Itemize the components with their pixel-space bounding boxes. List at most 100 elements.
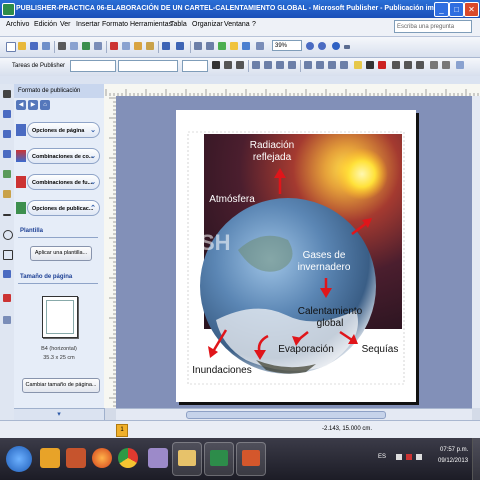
publisher-tasks-button[interactable]: Tareas de Publisher: [4, 60, 72, 72]
option-label[interactable]: Combinaciones de co... ⌄: [27, 148, 100, 164]
publication-page[interactable]: SH Radiación reflejada Atmósfera Gases d…: [176, 110, 416, 402]
research-icon[interactable]: [94, 42, 102, 50]
bold-icon[interactable]: [212, 61, 220, 69]
autoshapes-icon[interactable]: [3, 270, 11, 278]
oval-tool-icon[interactable]: [3, 230, 13, 240]
page-size-thumbnail[interactable]: [42, 296, 78, 338]
horizontal-scroll-thumb[interactable]: [186, 411, 386, 419]
insert-table-icon[interactable]: [230, 42, 238, 50]
style-dropdown[interactable]: [70, 60, 116, 72]
design-gallery-icon[interactable]: [3, 316, 11, 324]
clock-date[interactable]: 09/12/2013: [438, 458, 468, 464]
option-label[interactable]: Opciones de página ⌄: [27, 122, 100, 138]
menu-formato[interactable]: Formato: [102, 21, 128, 28]
close-button[interactable]: ✕: [464, 2, 479, 17]
print-icon[interactable]: [58, 42, 66, 50]
dash-style-icon[interactable]: [404, 61, 412, 69]
align-center-icon[interactable]: [264, 61, 272, 69]
line-style-icon[interactable]: [392, 61, 400, 69]
option-publication-options[interactable]: Opciones de publicac... ⌃: [14, 198, 100, 218]
spelling-icon[interactable]: [82, 42, 90, 50]
vertical-scrollbar[interactable]: [472, 96, 480, 408]
option-page-options[interactable]: Opciones de página ⌄: [14, 120, 100, 140]
email-icon[interactable]: [42, 42, 50, 50]
3d-style-icon[interactable]: [442, 61, 450, 69]
bullets-icon[interactable]: [316, 61, 324, 69]
line-tool-icon[interactable]: [3, 214, 11, 216]
toolbar-options-icon[interactable]: [344, 45, 350, 49]
wordart-icon[interactable]: [3, 150, 11, 158]
menu-tabla[interactable]: Tabla: [170, 21, 187, 28]
show-desktop-button[interactable]: [472, 438, 480, 480]
option-label[interactable]: Combinaciones de fu... ⌄: [27, 174, 100, 190]
back-arrow-icon[interactable]: ◀: [16, 100, 26, 110]
insert-hyperlink-icon[interactable]: [218, 42, 226, 50]
chrome-icon[interactable]: [118, 448, 138, 468]
text-box-icon[interactable]: [3, 110, 11, 118]
align-left-icon[interactable]: [252, 61, 260, 69]
numbering-icon[interactable]: [304, 61, 312, 69]
select-objects-icon[interactable]: [3, 90, 11, 98]
menu-ventana[interactable]: Ventana: [224, 21, 250, 28]
paste-icon[interactable]: [134, 42, 142, 50]
tray-icon[interactable]: [396, 454, 402, 460]
option-font-schemes[interactable]: Combinaciones de fu... ⌄: [14, 172, 100, 192]
option-color-schemes[interactable]: Combinaciones de co... ⌄: [14, 146, 100, 166]
media-player-icon[interactable]: [40, 448, 60, 468]
taskbar-button-powerpoint[interactable]: [236, 442, 266, 476]
underline-icon[interactable]: [236, 61, 244, 69]
paint-icon[interactable]: [148, 448, 168, 468]
open-icon[interactable]: [18, 42, 26, 50]
zoom-in-icon[interactable]: [318, 42, 326, 50]
maximize-button[interactable]: □: [449, 2, 464, 17]
tray-icon[interactable]: [406, 454, 412, 460]
save-icon[interactable]: [30, 42, 38, 50]
minimize-button[interactable]: _: [434, 2, 449, 17]
special-characters-icon[interactable]: [256, 42, 264, 50]
hot-spot-icon[interactable]: [3, 294, 11, 302]
start-button[interactable]: [6, 446, 32, 472]
language-indicator[interactable]: ES: [378, 454, 386, 460]
font-dropdown[interactable]: [118, 60, 178, 72]
taskbar-button-explorer[interactable]: [172, 442, 202, 476]
menu-ver[interactable]: Ver: [60, 21, 71, 28]
rectangle-tool-icon[interactable]: [3, 250, 13, 260]
shadow-style-icon[interactable]: [430, 61, 438, 69]
menu-help[interactable]: ?: [252, 21, 256, 28]
align-right-icon[interactable]: [276, 61, 284, 69]
italic-icon[interactable]: [224, 61, 232, 69]
increase-indent-icon[interactable]: [340, 61, 348, 69]
columns-icon[interactable]: [242, 42, 250, 50]
firefox-icon[interactable]: [92, 448, 112, 468]
ask-question-input[interactable]: Escriba una pregunta: [394, 20, 472, 33]
clip-art-icon[interactable]: [3, 190, 11, 198]
zoom-dropdown[interactable]: 39%: [272, 40, 302, 51]
volume-icon[interactable]: [416, 454, 422, 460]
app-icon[interactable]: [66, 448, 86, 468]
format-painter-icon[interactable]: [146, 42, 154, 50]
bring-forward-icon[interactable]: [194, 42, 202, 50]
justify-icon[interactable]: [288, 61, 296, 69]
poster-graphic[interactable]: SH Radiación reflejada Atmósfera Gases d…: [176, 110, 416, 402]
option-label[interactable]: Opciones de publicac... ⌃: [27, 200, 100, 216]
redo-icon[interactable]: [176, 42, 184, 50]
line-color-icon[interactable]: [366, 61, 374, 69]
home-icon[interactable]: ⌂: [40, 100, 50, 110]
font-size-dropdown[interactable]: [182, 60, 208, 72]
taskbar-button-publisher[interactable]: [204, 442, 234, 476]
insert-table-tool-icon[interactable]: [3, 130, 11, 138]
new-icon[interactable]: [6, 42, 16, 52]
send-backward-icon[interactable]: [206, 42, 214, 50]
publisher-app-icon[interactable]: [2, 3, 15, 16]
menu-organizar[interactable]: Organizar: [192, 21, 223, 28]
menu-archivo[interactable]: Archivo: [6, 21, 29, 28]
forward-arrow-icon[interactable]: ▶: [28, 100, 38, 110]
menu-herramientas[interactable]: Herramientas: [130, 21, 172, 28]
arrow-style-icon[interactable]: [416, 61, 424, 69]
format-object-icon[interactable]: [456, 61, 464, 69]
picture-frame-icon[interactable]: [3, 170, 11, 178]
help-icon[interactable]: [332, 42, 340, 50]
change-template-button[interactable]: Aplicar una plantilla...: [30, 246, 92, 261]
font-color-icon[interactable]: [378, 61, 386, 69]
copy-icon[interactable]: [122, 42, 130, 50]
